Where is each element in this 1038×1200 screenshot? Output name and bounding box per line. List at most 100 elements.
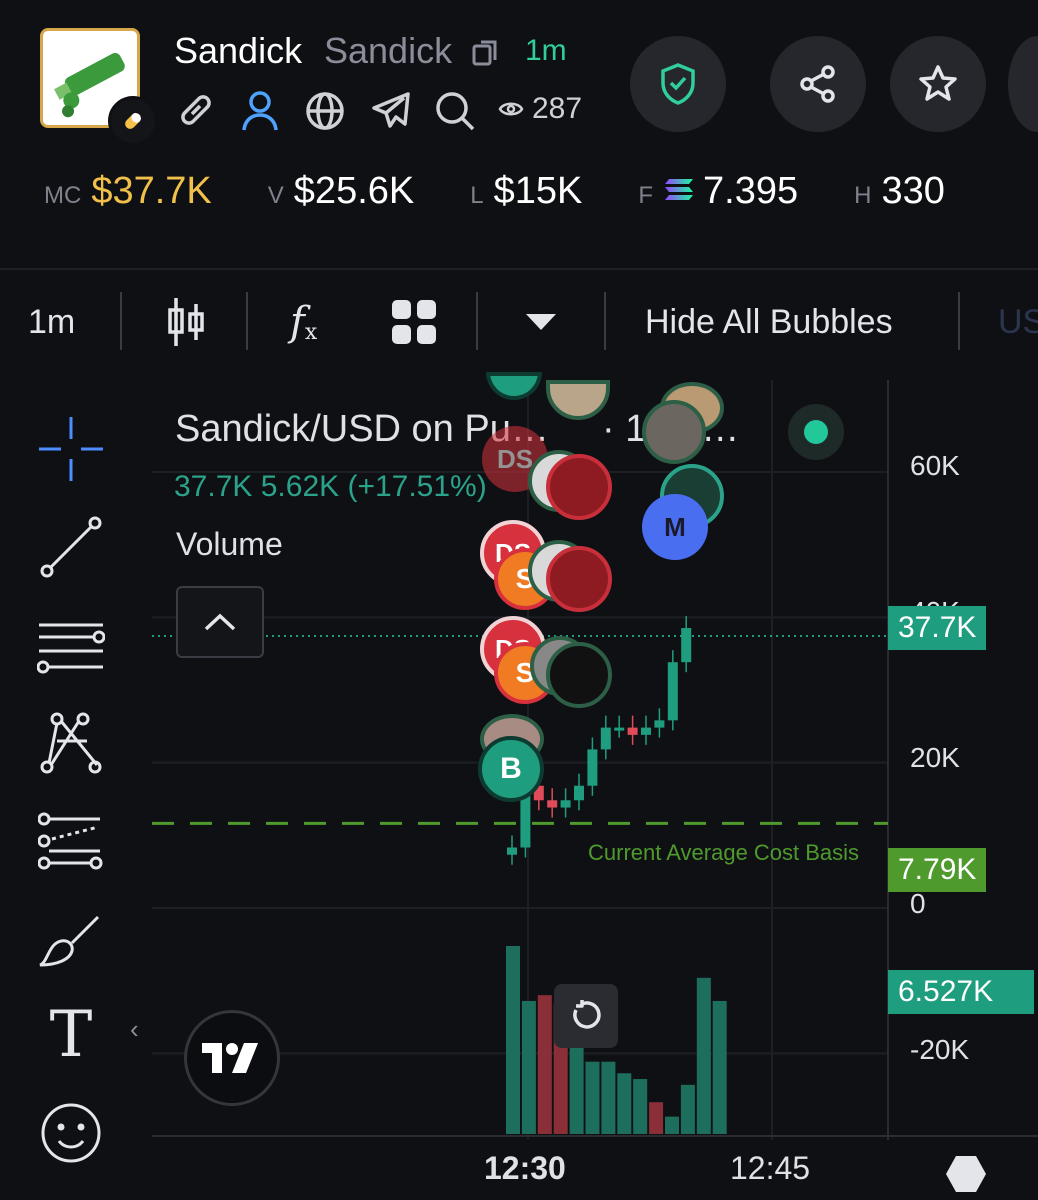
volume-bar (665, 1116, 679, 1134)
candle (641, 727, 651, 735)
chart-toolbar: 1m fx Hide All Bubbles US (0, 270, 1038, 374)
toolbar-separator (476, 292, 478, 350)
token-timeframe: 1m (525, 34, 567, 67)
currency-toggle[interactable]: US (998, 270, 1038, 374)
brush-tool[interactable] (36, 906, 106, 976)
price-axis-label: 60K (910, 450, 960, 481)
stat-volume: V $25.6K (267, 170, 415, 212)
holders-value: 287 (532, 92, 583, 125)
chevron-up-icon (204, 613, 236, 631)
volume-bar (680, 1084, 695, 1134)
emoji-tool[interactable] (36, 1098, 106, 1168)
trader-avatar-bubble[interactable] (546, 642, 612, 708)
candle (560, 800, 571, 808)
pattern-tool[interactable] (36, 708, 106, 778)
current-price-tag: 37.7K (888, 606, 987, 650)
price-axis-label: 0 (910, 888, 926, 919)
search-icon[interactable] (434, 90, 476, 137)
price-axis-label: 20K (910, 742, 960, 773)
star-icon (919, 65, 957, 101)
eye-icon (498, 102, 524, 116)
collapse-tools-icon[interactable]: ‹ (130, 1014, 139, 1045)
trader-avatar-bubble[interactable] (642, 400, 706, 464)
horizontal-lines-tool[interactable] (36, 612, 106, 682)
candle (654, 720, 665, 728)
chart-legend-values: 37.7K 5.62K (+17.51%) (174, 470, 487, 503)
copy-icon[interactable] (470, 36, 502, 73)
volume-bar (633, 1079, 648, 1134)
toolbar-separator (120, 292, 122, 350)
interval-button[interactable]: 1m (28, 270, 75, 374)
candle (614, 727, 625, 731)
toolbar-separator (246, 292, 248, 350)
volume-bar (601, 1061, 616, 1134)
smiley-icon (41, 1103, 101, 1163)
toolbar-separator (958, 292, 960, 350)
stat-holders: H 330 (854, 170, 945, 212)
volume-bar (712, 1000, 727, 1134)
crosshair-icon (39, 417, 103, 481)
trend-line-tool[interactable] (36, 512, 106, 582)
crosshair-tool[interactable] (36, 414, 106, 484)
candle (587, 749, 598, 786)
toolbar-separator (604, 292, 606, 350)
fib-lines-icon (37, 623, 105, 674)
pump-pill-icon (108, 96, 158, 146)
solana-icon (665, 179, 694, 200)
tradingview-logo[interactable] (184, 1010, 280, 1106)
trend-line-icon (40, 516, 102, 578)
text-tool-icon: T (49, 998, 93, 1072)
volume-legend: Volume (176, 526, 283, 562)
candles-icon[interactable] (166, 270, 206, 374)
link-icon[interactable] (176, 90, 216, 135)
shield-check-icon (661, 63, 695, 105)
candle (574, 785, 584, 801)
trader-avatar-bubble[interactable] (546, 454, 612, 520)
settings-hex-icon[interactable] (946, 1156, 986, 1197)
token-symbol: Sandick (324, 30, 453, 71)
share-icon (800, 65, 835, 103)
favorite-button[interactable] (890, 36, 986, 132)
cost-basis-label: Current Average Cost Basis (588, 840, 860, 865)
token-name: Sandick (174, 30, 303, 71)
rotate-icon (573, 1000, 601, 1029)
security-button[interactable] (630, 36, 726, 132)
trader-avatar-bubble[interactable] (546, 546, 612, 612)
globe-icon[interactable] (304, 90, 346, 137)
layout-grid-icon[interactable] (392, 270, 436, 374)
share-button[interactable] (770, 36, 866, 132)
chevron-down-icon[interactable] (524, 270, 558, 374)
brush-icon (39, 915, 100, 967)
volume-bar (569, 1041, 584, 1134)
legend-collapse-button[interactable] (176, 586, 264, 658)
candle (507, 847, 517, 855)
stats-bar: MC $37.7K V $25.6K L $15K F 7.395 H 330 (44, 170, 945, 213)
tradingview-icon (202, 1043, 258, 1073)
stat-market-cap: MC $37.7K (44, 170, 212, 212)
candle (627, 727, 638, 735)
projection-icon (38, 812, 103, 870)
volume-value-tag: 6.527K (888, 970, 1034, 1014)
volume-bar (585, 1061, 600, 1134)
more-button[interactable] (1008, 36, 1038, 132)
telegram-icon[interactable] (370, 90, 412, 135)
indicators-icon[interactable]: fx (290, 270, 317, 374)
hide-bubbles-button[interactable]: Hide All Bubbles (645, 270, 893, 374)
volume-bar (696, 977, 711, 1134)
candle (681, 628, 692, 663)
trader-bubble-m[interactable]: M (642, 494, 708, 560)
volume-bar (506, 946, 520, 1134)
stat-liquidity: L $15K (470, 170, 583, 212)
reset-chart-button[interactable] (554, 984, 618, 1048)
trader-bubble-b[interactable]: B (478, 736, 544, 802)
live-dot (804, 420, 828, 444)
time-axis-label: 12:30 (484, 1150, 566, 1186)
projection-tool[interactable] (36, 806, 106, 876)
candle (547, 800, 558, 808)
price-axis-label: -20K (910, 1034, 970, 1065)
text-tool[interactable]: T (36, 998, 106, 1072)
user-icon[interactable] (240, 90, 280, 137)
pattern-icon (40, 712, 102, 774)
live-status-indicator (788, 404, 844, 460)
candle (667, 662, 678, 721)
